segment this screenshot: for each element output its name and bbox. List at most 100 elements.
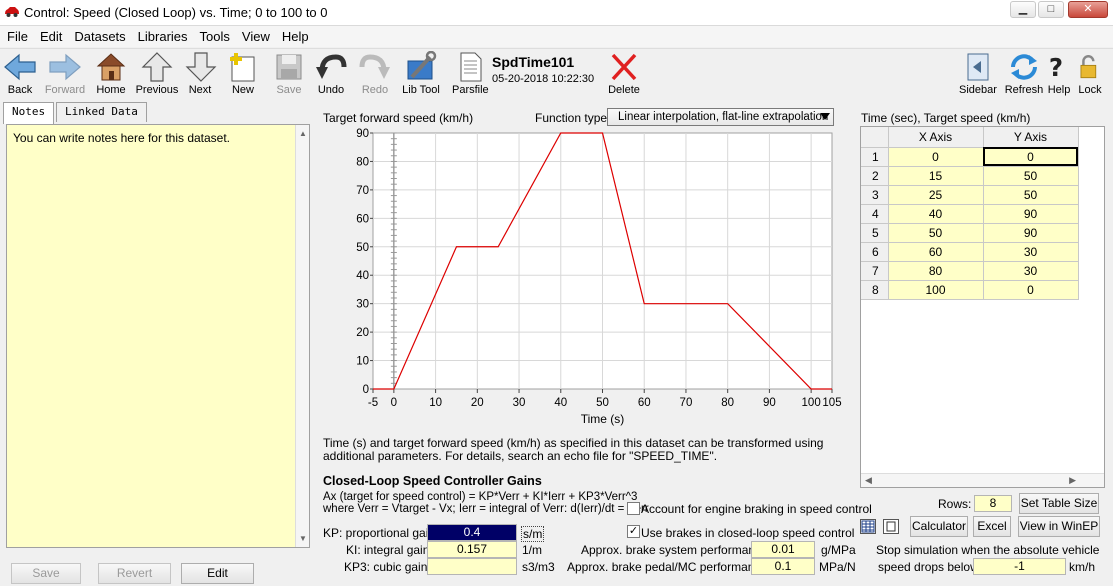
y-tick-label: 20 [356,327,369,339]
parsfile-button[interactable]: Parsfile [452,51,489,96]
scroll-down-icon[interactable]: ▼ [299,534,307,543]
stop-speed-input[interactable]: -1 [973,558,1066,575]
row-number: 5 [861,223,889,243]
x-axis-cell[interactable]: 100 [888,280,984,300]
sidebar-button[interactable]: Sidebar [958,51,998,96]
undo-button[interactable]: Undo [314,51,348,96]
home-button[interactable]: Home [94,51,128,96]
stop-simulation-label-1: Stop simulation when the absolute vehicl… [876,543,1100,557]
wrench-tool-icon [407,51,437,80]
menu-libraries[interactable]: Libraries [131,29,193,44]
y-axis-cell[interactable]: 0 [983,147,1079,167]
kp-input[interactable]: 0.4 [427,524,517,541]
row-number: 3 [861,185,889,205]
maximize-button[interactable]: □ [1038,1,1064,18]
excel-button[interactable]: Excel [973,516,1011,537]
table-view-icon[interactable] [860,519,876,534]
help-button[interactable]: ? Help [1046,51,1072,96]
back-button[interactable]: Back [2,51,38,96]
ki-input[interactable]: 0.157 [427,541,517,558]
undo-icon [316,54,347,79]
tab-notes[interactable]: Notes [3,102,55,124]
y-axis-cell[interactable]: 30 [983,261,1079,281]
minimize-button[interactable]: ▁ [1010,1,1036,18]
rows-input[interactable]: 8 [974,495,1012,512]
x-axis-column-header: X Axis [888,127,984,148]
brake-system-input[interactable]: 0.01 [751,541,815,558]
row-number: 7 [861,261,889,281]
scroll-right-icon[interactable]: ▶ [1069,475,1076,486]
question-mark-icon: ? [1049,53,1063,82]
y-axis-cell[interactable]: 90 [983,204,1079,224]
menu-edit[interactable]: Edit [33,29,67,44]
lib-tool-button[interactable]: Lib Tool [400,51,442,96]
kp3-label: KP3: cubic gain: [344,560,431,574]
notes-textarea[interactable]: You can write notes here for this datase… [6,124,310,548]
save-toolbar-button[interactable]: Save [272,51,306,96]
y-axis-cell[interactable]: 50 [983,166,1079,186]
x-tick-label: 40 [554,397,567,409]
plot-view-icon[interactable] [883,519,899,534]
window-title: Control: Speed (Closed Loop) vs. Time; 0… [24,5,328,20]
calculator-button[interactable]: Calculator [910,516,968,537]
view-in-winep-button[interactable]: View in WinEP [1018,516,1100,537]
edit-button[interactable]: Edit [181,563,254,584]
brake-pedal-input[interactable]: 0.1 [751,558,815,575]
x-axis-cell[interactable]: 50 [888,223,984,243]
forward-button[interactable]: Forward [42,51,88,96]
revert-button[interactable]: Revert [98,563,171,584]
notes-scrollbar[interactable]: ▲ ▼ [295,125,309,547]
x-axis-cell[interactable]: 15 [888,166,984,186]
notes-text: You can write notes here for this datase… [13,131,231,145]
row-number: 8 [861,280,889,300]
lock-icon [1080,55,1097,79]
data-table-panel: X Axis Y Axis 1 0 0 2 15 50 3 25 50 4 40 90 5 50 90 6 60… [860,126,1105,488]
next-button[interactable]: Next [184,51,217,96]
refresh-button[interactable]: Refresh [1004,51,1044,96]
x-axis-cell[interactable]: 60 [888,242,984,262]
new-button[interactable]: New [226,51,260,96]
engine-braking-checkbox[interactable] [627,502,640,515]
previous-button[interactable]: Previous [134,51,180,96]
y-axis-cell[interactable]: 50 [983,185,1079,205]
menu-help[interactable]: Help [275,29,314,44]
menu-file[interactable]: File [0,29,33,44]
x-axis-cell[interactable]: 25 [888,185,984,205]
x-tick-label: 20 [471,397,484,409]
y-tick-label: 50 [356,242,369,254]
close-button[interactable]: ✕ [1068,1,1108,18]
grid-icon [861,520,875,533]
x-axis-cell[interactable]: 80 [888,261,984,281]
y-axis-cell[interactable]: 0 [983,280,1079,300]
y-axis-column-header: Y Axis [983,127,1079,148]
use-brakes-checkbox[interactable]: ✓ [627,525,640,538]
redo-button[interactable]: Redo [358,51,392,96]
tab-linked-data[interactable]: Linked Data [56,102,147,122]
engine-braking-label: Account for engine braking in speed cont… [641,502,872,516]
scroll-left-icon[interactable]: ◀ [865,475,872,486]
scroll-up-icon[interactable]: ▲ [299,129,307,138]
kp3-input[interactable] [427,558,517,575]
up-arrow-icon [141,52,173,82]
save-button[interactable]: Save [11,563,81,584]
y-tick-label: 70 [356,185,369,197]
y-axis-cell[interactable]: 30 [983,242,1079,262]
lock-button[interactable]: Lock [1076,51,1104,96]
ki-unit: 1/m [522,543,543,557]
y-axis-cell[interactable]: 90 [983,223,1079,243]
set-table-size-button[interactable]: Set Table Size [1019,493,1099,514]
menu-datasets[interactable]: Datasets [67,29,130,44]
y-tick-label: 90 [356,128,369,140]
table-horizontal-scrollbar[interactable]: ◀ ▶ [861,473,1104,487]
menu-tools[interactable]: Tools [193,29,235,44]
x-axis-cell[interactable]: 0 [888,147,984,167]
delete-button[interactable]: Delete [606,51,642,96]
menu-view[interactable]: View [235,29,275,44]
car-app-icon [5,7,19,17]
redo-icon [359,54,390,79]
title-bar: Control: Speed (Closed Loop) vs. Time; 0… [0,0,1113,26]
table-row: 8 100 0 [861,280,1079,300]
table-row: 6 60 30 [861,242,1079,262]
x-axis-cell[interactable]: 40 [888,204,984,224]
table-row: 3 25 50 [861,185,1079,205]
